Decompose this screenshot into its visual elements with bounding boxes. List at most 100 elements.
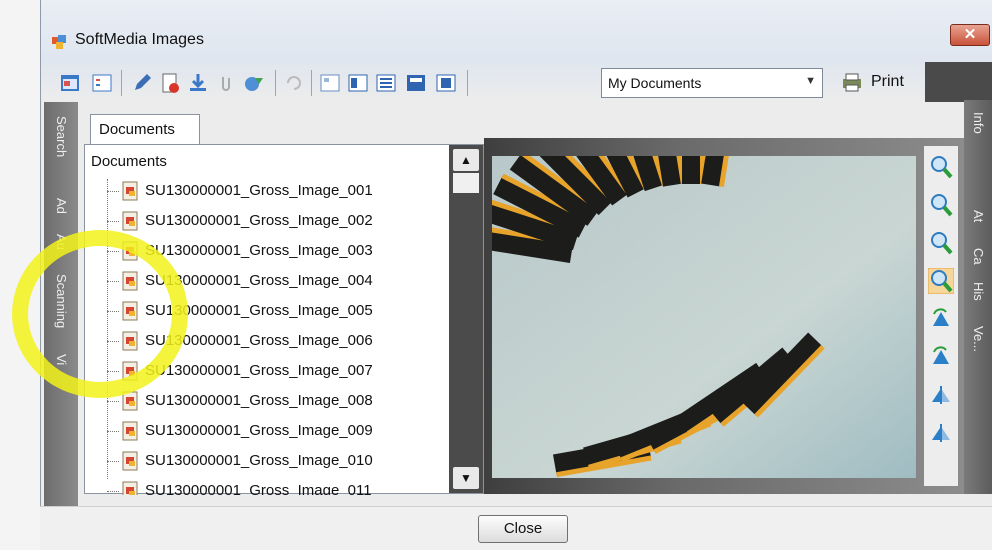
side-tab-info[interactable]: Info [971,112,986,134]
side-tab-vi[interactable]: Vi [54,354,69,365]
window-title: SoftMedia Images [75,31,204,48]
tree-item-label: SU130000001_Gross_Image_011 [145,482,372,495]
side-tab-ve[interactable]: Ve... [971,326,986,352]
toolbar-separator [467,70,468,96]
tree-connector [107,461,119,462]
image-document-icon [122,301,138,321]
tree-item-label: SU130000001_Gross_Image_006 [145,332,373,349]
tree-item[interactable]: SU130000001_Gross_Image_011 [107,477,447,495]
refresh-icon[interactable] [283,72,305,94]
rotate-left-icon[interactable] [928,344,954,370]
tree-item[interactable]: SU130000001_Gross_Image_001 [107,177,447,207]
view-details-icon[interactable] [347,72,369,94]
tree-root-label[interactable]: Documents [91,153,167,170]
image-document-icon [122,391,138,411]
view-list-icon[interactable] [375,72,397,94]
tree-connector [107,341,119,342]
grid-icon[interactable] [91,72,113,94]
flip-horizontal-icon[interactable] [928,420,954,446]
tree-item-label: SU130000001_Gross_Image_005 [145,302,373,319]
toolbar-separator [121,70,122,96]
left-side-tabs: Search Ad Au Scanning Vi [44,102,78,506]
image-document-icon [122,181,138,201]
location-select-value: My Documents [608,75,702,91]
tree-item[interactable]: SU130000001_Gross_Image_010 [107,447,447,477]
document-delete-icon[interactable] [159,72,181,94]
scroll-down-icon[interactable]: ▼ [453,467,479,489]
tree-connector [107,191,119,192]
tree-connector [107,311,119,312]
tree-item-label: SU130000001_Gross_Image_004 [145,272,373,289]
print-icon [843,73,861,92]
side-tab-ad[interactable]: Ad [54,198,69,214]
tree-item[interactable]: SU130000001_Gross_Image_007 [107,357,447,387]
print-button[interactable]: Print [839,70,919,94]
view-single-icon[interactable] [435,72,457,94]
image-document-icon [122,331,138,351]
toolbar-separator [275,70,276,96]
tree-connector [107,371,119,372]
image-document-icon [122,451,138,471]
scroll-up-icon[interactable]: ▲ [453,149,479,171]
scroll-thumb[interactable] [453,173,479,193]
document-tree: Documents SU130000001_Gross_Image_001 SU1… [84,144,484,495]
image-preview-panel [484,138,964,494]
side-tab-his[interactable]: His [971,282,986,301]
image-document-icon [122,421,138,441]
location-select[interactable]: My Documents ▼ [601,68,823,98]
tree-connector [107,281,119,282]
download-icon[interactable] [187,72,209,94]
side-tab-au[interactable]: Au [54,234,69,250]
side-tab-scanning[interactable]: Scanning [54,274,69,328]
tree-connector [107,221,119,222]
image-document-icon [122,481,138,495]
zoom-fit-icon[interactable] [928,230,954,256]
image-document-icon [122,271,138,291]
view-thumbs-icon[interactable] [319,72,341,94]
tree-item[interactable]: SU130000001_Gross_Image_003 [107,237,447,267]
tree-item[interactable]: SU130000001_Gross_Image_006 [107,327,447,357]
side-tab-at[interactable]: At [971,210,986,222]
tree-item-label: SU130000001_Gross_Image_003 [145,242,373,259]
view-tiles-icon[interactable] [405,72,427,94]
side-tab-search[interactable]: Search [54,116,69,157]
tree-connector [107,491,119,492]
export-icon[interactable] [243,72,265,94]
window-close-button[interactable]: ✕ [950,24,990,46]
tree-item[interactable]: SU130000001_Gross_Image_002 [107,207,447,237]
preview-image[interactable] [492,156,916,478]
new-window-icon[interactable] [59,72,81,94]
image-document-icon [122,361,138,381]
edit-icon[interactable] [131,72,153,94]
title-bar: SoftMedia Images ✕ [41,0,992,60]
tree-item-label: SU130000001_Gross_Image_010 [145,452,373,469]
right-side-tabs: Info At Ca His Ve... [964,100,992,494]
toolbar: My Documents ▼ Print [49,62,992,102]
tree-connector [107,251,119,252]
side-tab-ca[interactable]: Ca [971,248,986,265]
tree-item[interactable]: SU130000001_Gross_Image_008 [107,387,447,417]
tree-item-label: SU130000001_Gross_Image_009 [145,422,373,439]
toolbar-overflow [925,62,992,102]
tree-item[interactable]: SU130000001_Gross_Image_005 [107,297,447,327]
image-document-icon [122,211,138,231]
tree-scrollbar[interactable]: ▲ ▼ [449,145,483,493]
attach-icon[interactable] [215,72,237,94]
chevron-down-icon[interactable]: ▼ [805,75,816,87]
zoom-out-icon[interactable] [928,192,954,218]
tree-item-label: SU130000001_Gross_Image_008 [145,392,373,409]
tree-item[interactable]: SU130000001_Gross_Image_004 [107,267,447,297]
zoom-toolbar [924,146,958,486]
tree-item[interactable]: SU130000001_Gross_Image_009 [107,417,447,447]
close-button[interactable]: Close [478,515,568,543]
zoom-in-icon[interactable] [928,154,954,180]
tree-list: SU130000001_Gross_Image_001 SU130000001_G… [85,175,447,495]
tree-connector [107,431,119,432]
tree-connector [107,401,119,402]
tab-documents[interactable]: Documents [90,114,200,144]
flip-vertical-icon[interactable] [928,382,954,408]
zoom-actual-icon[interactable] [928,268,954,294]
tree-item-label: SU130000001_Gross_Image_002 [145,212,373,229]
rotate-right-icon[interactable] [928,306,954,332]
image-document-icon [122,241,138,261]
